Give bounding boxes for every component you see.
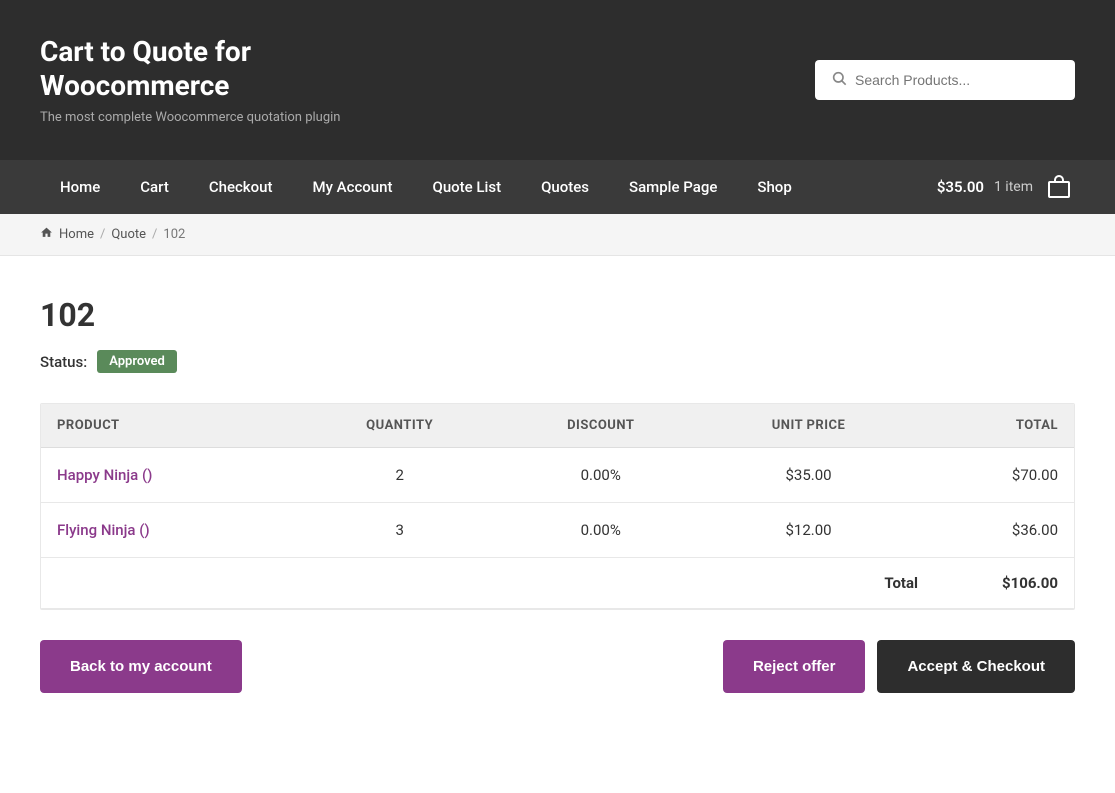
nav-item-checkout[interactable]: Checkout [189, 160, 293, 214]
cell-product: Flying Ninja () [41, 503, 299, 558]
total-inner: Total $106.00 [698, 574, 1058, 592]
table-row: Happy Ninja () 2 0.00% $35.00 $70.00 [41, 448, 1074, 503]
nav-links: Home Cart Checkout My Account Quote List… [40, 160, 812, 214]
cell-total: $36.00 [916, 503, 1074, 558]
cell-quantity: 3 [299, 503, 500, 558]
site-title: Cart to Quote for Woocommerce [40, 35, 320, 102]
site-tagline: The most complete Woocommerce quotation … [40, 110, 340, 125]
col-quantity: QUANTITY [299, 404, 500, 448]
breadcrumb-sep-2: / [152, 227, 157, 242]
col-discount: DISCOUNT [500, 404, 701, 448]
nav-item-quotelist[interactable]: Quote List [412, 160, 521, 214]
cart-icon[interactable] [1043, 171, 1075, 203]
status-badge: Approved [97, 350, 177, 373]
col-product: PRODUCT [41, 404, 299, 448]
table-header-row: PRODUCT QUANTITY DISCOUNT UNIT PRICE TOT… [41, 404, 1074, 448]
quote-table-wrapper: PRODUCT QUANTITY DISCOUNT UNIT PRICE TOT… [40, 403, 1075, 610]
accept-checkout-button[interactable]: Accept & Checkout [877, 640, 1075, 693]
nav-item-quotes[interactable]: Quotes [521, 160, 609, 214]
btn-group-right: Reject offer Accept & Checkout [723, 640, 1075, 693]
cell-total: $70.00 [916, 448, 1074, 503]
cart-amount: $35.00 [937, 178, 984, 196]
product-link[interactable]: Happy Ninja () [57, 466, 152, 484]
breadcrumb-current: 102 [163, 227, 185, 242]
quote-table: PRODUCT QUANTITY DISCOUNT UNIT PRICE TOT… [41, 404, 1074, 558]
breadcrumb-quote[interactable]: Quote [111, 227, 146, 242]
breadcrumb: Home / Quote / 102 [40, 226, 1075, 243]
search-input[interactable] [855, 72, 1059, 88]
col-unit-price: UNIT PRICE [701, 404, 915, 448]
status-label: Status: [40, 353, 87, 371]
breadcrumb-bar: Home / Quote / 102 [0, 214, 1115, 256]
main-content: 102 Status: Approved PRODUCT QUANTITY DI… [0, 256, 1115, 753]
nav-item-samplepage[interactable]: Sample Page [609, 160, 737, 214]
table-body: Happy Ninja () 2 0.00% $35.00 $70.00 Fly… [41, 448, 1074, 558]
site-branding: Cart to Quote for Woocommerce The most c… [40, 35, 340, 125]
col-total: TOTAL [916, 404, 1074, 448]
total-label: Total [884, 574, 918, 592]
back-to-account-button[interactable]: Back to my account [40, 640, 242, 693]
nav-item-home[interactable]: Home [40, 160, 120, 214]
reject-offer-button[interactable]: Reject offer [723, 640, 866, 693]
search-box[interactable] [815, 60, 1075, 100]
cart-count: 1 item [994, 179, 1033, 195]
nav-item-shop[interactable]: Shop [737, 160, 811, 214]
action-buttons: Back to my account Reject offer Accept &… [40, 640, 1075, 693]
nav-item-cart[interactable]: Cart [120, 160, 189, 214]
total-row: Total $106.00 [41, 558, 1074, 609]
cell-discount: 0.00% [500, 448, 701, 503]
table-row: Flying Ninja () 3 0.00% $12.00 $36.00 [41, 503, 1074, 558]
cell-unit-price: $12.00 [701, 503, 915, 558]
cell-product: Happy Ninja () [41, 448, 299, 503]
cart-summary[interactable]: $35.00 1 item [937, 171, 1075, 203]
breadcrumb-home[interactable]: Home [59, 227, 94, 242]
cell-quantity: 2 [299, 448, 500, 503]
total-value: $106.00 [978, 574, 1058, 592]
site-header: Cart to Quote for Woocommerce The most c… [0, 0, 1115, 160]
quote-title: 102 [40, 296, 1075, 334]
main-nav: Home Cart Checkout My Account Quote List… [0, 160, 1115, 214]
product-link[interactable]: Flying Ninja () [57, 521, 150, 539]
cell-unit-price: $35.00 [701, 448, 915, 503]
breadcrumb-sep-1: / [100, 227, 105, 242]
table-head: PRODUCT QUANTITY DISCOUNT UNIT PRICE TOT… [41, 404, 1074, 448]
search-icon [831, 70, 847, 90]
status-row: Status: Approved [40, 350, 1075, 373]
home-icon [40, 226, 53, 243]
nav-item-myaccount[interactable]: My Account [292, 160, 412, 214]
cell-discount: 0.00% [500, 503, 701, 558]
